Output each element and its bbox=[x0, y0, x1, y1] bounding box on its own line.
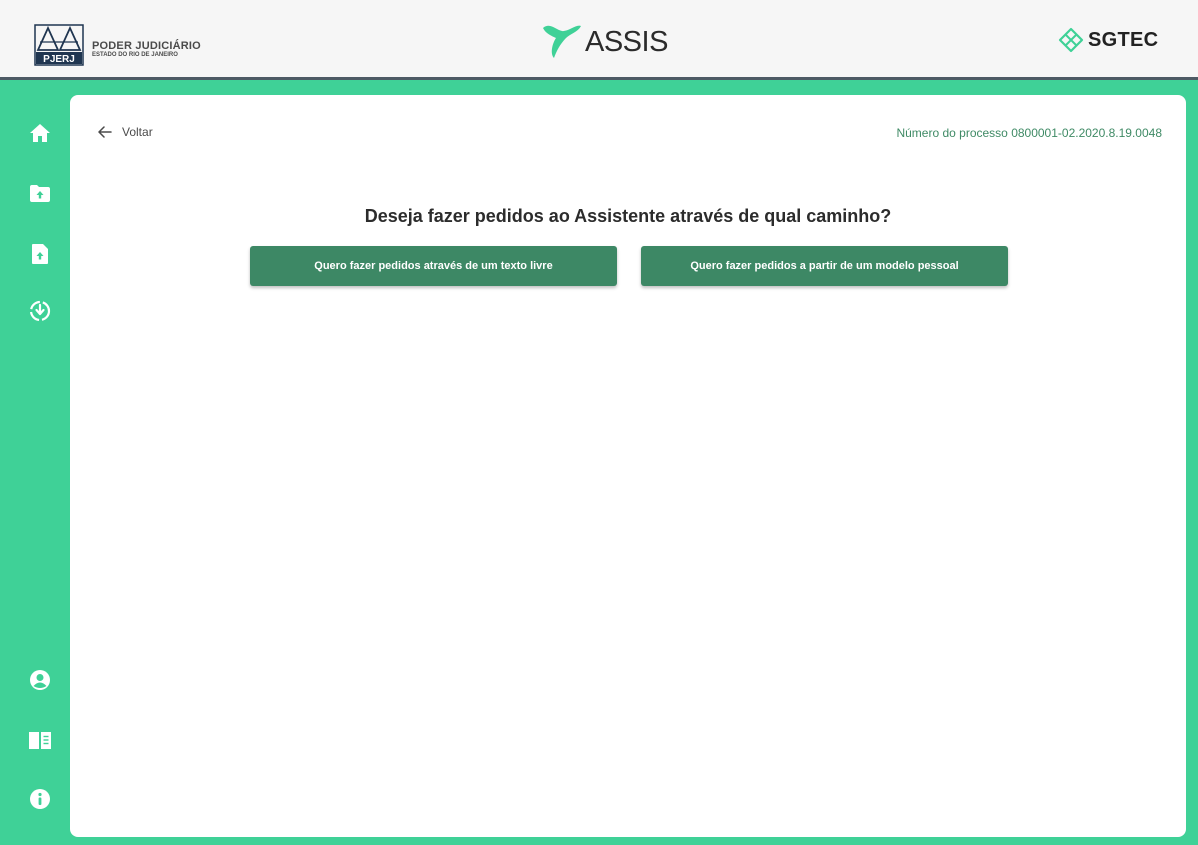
sidebar bbox=[0, 83, 70, 845]
free-text-option-button[interactable]: Quero fazer pedidos através de um texto … bbox=[250, 246, 617, 286]
folder-upload-icon bbox=[30, 184, 50, 202]
personal-model-option-button[interactable]: Quero fazer pedidos a partir de um model… bbox=[641, 246, 1008, 286]
assis-logo: ASSIS bbox=[540, 22, 668, 62]
sidebar-item-upload-folder[interactable] bbox=[26, 179, 54, 207]
book-icon bbox=[29, 732, 51, 749]
user-icon bbox=[30, 670, 50, 690]
home-icon bbox=[30, 124, 50, 142]
sgtec-logo-icon bbox=[1058, 27, 1084, 53]
app-header: PJERJ PODER JUDICIÁRIO ESTADO DO RIO DE … bbox=[0, 0, 1198, 80]
file-upload-icon bbox=[32, 244, 48, 264]
sgtec-logo: SGTEC bbox=[1058, 27, 1158, 53]
pjerj-logo: PJERJ bbox=[34, 24, 84, 66]
sidebar-item-info[interactable] bbox=[26, 785, 54, 813]
download-circle-icon bbox=[29, 300, 51, 322]
app-name: ASSIS bbox=[585, 25, 668, 58]
sidebar-item-download[interactable] bbox=[26, 297, 54, 325]
pjerj-subtitle: ESTADO DO RIO DE JANEIRO bbox=[92, 52, 178, 58]
pjerj-title: PODER JUDICIÁRIO bbox=[92, 40, 201, 52]
assis-logo-icon bbox=[543, 25, 581, 58]
sidebar-item-home[interactable] bbox=[26, 119, 54, 147]
back-label: Voltar bbox=[122, 125, 153, 139]
main-panel: Voltar Número do processo 0800001-02.202… bbox=[70, 95, 1186, 837]
process-number: Número do processo 0800001-02.2020.8.19.… bbox=[896, 126, 1162, 140]
sidebar-item-user[interactable] bbox=[26, 666, 54, 694]
pjerj-brand: PODER JUDICIÁRIO ESTADO DO RIO DE JANEIR… bbox=[92, 41, 201, 59]
sidebar-item-manual[interactable] bbox=[26, 726, 54, 754]
sidebar-item-upload-file[interactable] bbox=[26, 240, 54, 268]
partner-name: SGTEC bbox=[1088, 28, 1159, 51]
info-icon bbox=[30, 789, 50, 809]
pjerj-logo-text: PJERJ bbox=[43, 54, 75, 65]
back-link[interactable]: Voltar bbox=[98, 125, 153, 139]
arrow-left-icon bbox=[98, 126, 112, 138]
page-question: Deseja fazer pedidos ao Assistente atrav… bbox=[364, 206, 892, 226]
